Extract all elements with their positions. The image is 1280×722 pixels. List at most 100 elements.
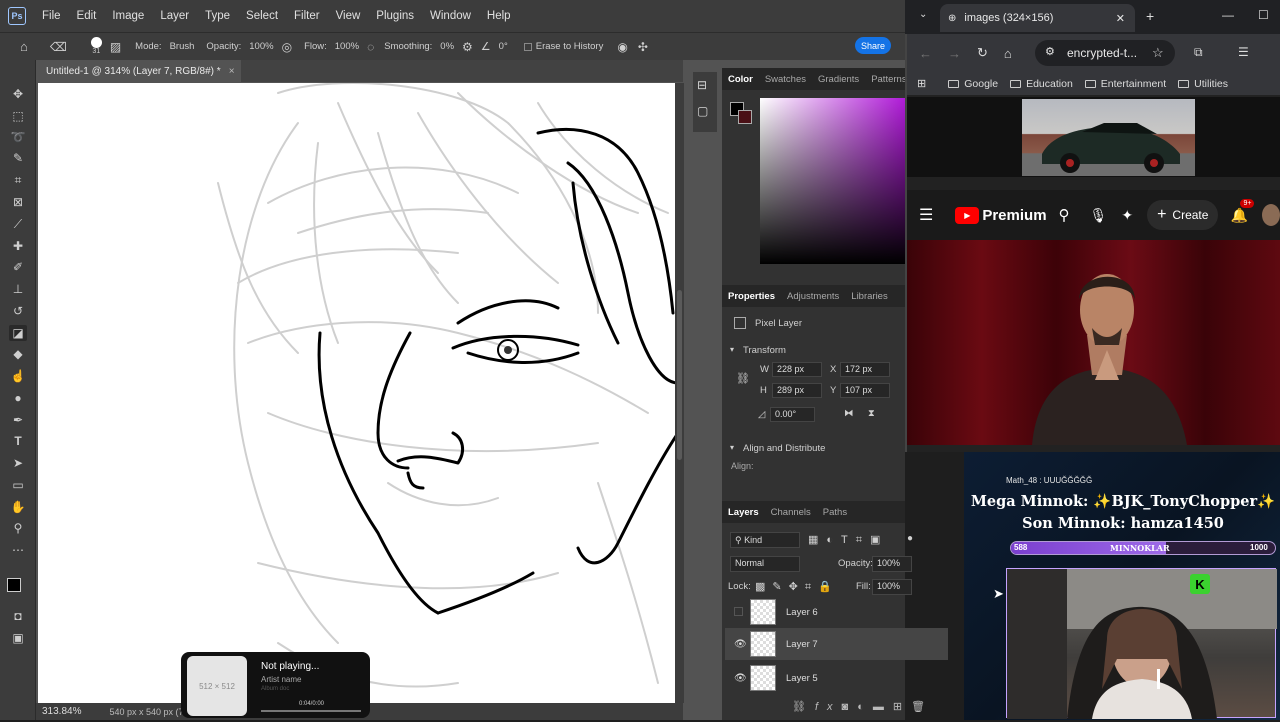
- canvas-scroll-thumb[interactable]: [677, 290, 682, 460]
- extensions-icon[interactable]: ⧉: [1194, 45, 1203, 60]
- eraser-tool-icon[interactable]: ⌫: [50, 40, 67, 54]
- mask-icon[interactable]: ◙: [842, 701, 858, 713]
- create-button[interactable]: + Create: [1147, 200, 1219, 230]
- transform-section-label[interactable]: Transform: [743, 345, 786, 356]
- pressure-opacity-icon[interactable]: ◎: [282, 40, 292, 54]
- pressure-size-icon[interactable]: ◉: [617, 40, 627, 54]
- visibility-off-icon[interactable]: [734, 607, 743, 616]
- notifications-bell-icon[interactable]: 🔔 9+: [1230, 198, 1255, 224]
- clone-stamp-tool-icon[interactable]: ⊥: [9, 281, 27, 297]
- brush-tool-icon[interactable]: ✐: [9, 259, 27, 275]
- tab-swatches[interactable]: Swatches: [759, 74, 812, 85]
- tab-paths[interactable]: Paths: [817, 507, 853, 518]
- smudge-tool-icon[interactable]: ☝: [9, 368, 27, 384]
- fx-button[interactable]: fx: [815, 701, 842, 713]
- object-select-tool-icon[interactable]: ✎: [9, 150, 27, 166]
- symmetry-icon[interactable]: ✣: [638, 40, 648, 54]
- layer-opacity-input[interactable]: 100%: [872, 556, 912, 572]
- menu-window[interactable]: Window: [422, 0, 479, 32]
- layer-filter-kind-select[interactable]: ⚲ Kind: [730, 532, 800, 548]
- drawing-canvas[interactable]: [38, 83, 675, 703]
- angle-input[interactable]: 0°: [499, 41, 508, 52]
- bookmark-star-icon[interactable]: ☆: [1152, 45, 1164, 61]
- comments-panel-icon[interactable]: ▢: [697, 104, 708, 118]
- layer-row-layer-5[interactable]: 👁 Layer 5: [725, 662, 948, 694]
- pen-tool-icon[interactable]: ✒: [9, 412, 27, 428]
- search-icon[interactable]: ⚲: [1059, 206, 1070, 224]
- filter-toggle-icon[interactable]: ●: [907, 533, 913, 544]
- menu-select[interactable]: Select: [238, 0, 286, 32]
- frame-tool-icon[interactable]: ⊠: [9, 194, 27, 210]
- menu-layer[interactable]: Layer: [152, 0, 197, 32]
- new-tab-icon[interactable]: +: [1146, 8, 1154, 24]
- tab-properties[interactable]: Properties: [722, 291, 781, 302]
- history-brush-tool-icon[interactable]: ↺: [9, 303, 27, 319]
- layer-filter-icons[interactable]: ▦◐T⌗▣: [808, 533, 888, 547]
- mode-select[interactable]: Brush: [170, 41, 195, 52]
- avatar[interactable]: [1261, 204, 1280, 226]
- apps-grid-icon[interactable]: ⊞: [917, 77, 926, 90]
- color-picker-field[interactable]: [760, 98, 905, 264]
- tab-adjustments[interactable]: Adjustments: [781, 291, 845, 302]
- adjustment-icon[interactable]: ◐: [857, 701, 873, 713]
- eye-icon[interactable]: 👁: [734, 639, 747, 650]
- minimize-icon[interactable]: —: [1222, 8, 1234, 22]
- smoothing-input[interactable]: 0%: [440, 41, 454, 52]
- tab-layers[interactable]: Layers: [722, 507, 765, 518]
- rotation-input[interactable]: 0.00°: [770, 407, 815, 422]
- type-tool-icon[interactable]: T: [9, 433, 27, 449]
- hamburger-menu-icon[interactable]: ☰: [919, 205, 933, 225]
- youtube-logo-icon[interactable]: ▶: [955, 206, 980, 224]
- close-tab-icon[interactable]: ×: [229, 66, 235, 77]
- menu-edit[interactable]: Edit: [69, 0, 105, 32]
- more-tools-icon[interactable]: ⋯: [9, 542, 27, 558]
- menu-filter[interactable]: Filter: [286, 0, 328, 32]
- link-dimensions-icon[interactable]: ⛓: [736, 372, 750, 385]
- menu-type[interactable]: Type: [197, 0, 238, 32]
- site-info-icon[interactable]: ⚙: [1045, 45, 1055, 58]
- height-input[interactable]: 289 px: [772, 383, 822, 398]
- smoothing-settings-gear-icon[interactable]: ⚙: [462, 40, 473, 54]
- layer-row-layer-7[interactable]: 👁 Layer 7: [725, 628, 948, 660]
- tab-search-icon[interactable]: ⌄: [919, 9, 927, 20]
- quick-mask-icon[interactable]: ◘: [9, 608, 27, 624]
- align-chevron-icon[interactable]: ▾: [730, 443, 734, 452]
- tab-gradients[interactable]: Gradients: [812, 74, 865, 85]
- transform-chevron-icon[interactable]: ▾: [730, 345, 734, 354]
- youtube-video-thumbnail[interactable]: [907, 240, 1280, 445]
- crop-tool-icon[interactable]: ⌗: [9, 172, 27, 188]
- hand-tool-icon[interactable]: ✋: [9, 499, 27, 515]
- link-layers-icon[interactable]: ⛓: [792, 701, 815, 713]
- path-select-tool-icon[interactable]: ➤: [9, 455, 27, 471]
- x-input[interactable]: 172 px: [840, 362, 890, 377]
- youtube-premium-label[interactable]: Premium: [982, 207, 1046, 224]
- browser-tab-images[interactable]: ⊕ images (324×156) ✕: [940, 4, 1135, 32]
- zoom-tool-icon[interactable]: ⚲: [9, 520, 27, 536]
- eye-icon[interactable]: 👁: [734, 673, 747, 684]
- forward-icon[interactable]: →: [948, 46, 961, 61]
- zoom-level[interactable]: 313.84%: [42, 706, 81, 717]
- share-button[interactable]: Share: [855, 37, 891, 54]
- gemini-icon[interactable]: ✦: [1121, 207, 1133, 224]
- foreground-color-swatch[interactable]: [7, 578, 21, 592]
- marquee-tool-icon[interactable]: ⬚: [9, 108, 27, 124]
- brush-preset-picker[interactable]: 31: [90, 37, 102, 56]
- bookmark-education[interactable]: Education: [1010, 78, 1073, 90]
- erase-history-checkbox[interactable]: Erase to History: [523, 41, 603, 52]
- maximize-icon[interactable]: ☐: [1258, 8, 1269, 22]
- car-image[interactable]: [1022, 99, 1195, 176]
- layer-row-layer-6[interactable]: Layer 6: [725, 596, 948, 628]
- healing-brush-tool-icon[interactable]: ✚: [9, 238, 27, 254]
- menu-view[interactable]: View: [328, 0, 369, 32]
- delete-icon[interactable]: 🗑: [911, 701, 934, 713]
- bookmark-google[interactable]: Google: [948, 78, 998, 90]
- move-tool-icon[interactable]: ✥: [9, 86, 27, 102]
- flip-vertical-icon[interactable]: ⧗: [868, 408, 875, 419]
- document-tab[interactable]: Untitled-1 @ 314% (Layer 7, RGB/8#) * ×: [36, 60, 241, 82]
- fill-input[interactable]: 100%: [872, 579, 912, 595]
- color-bg-swatch[interactable]: [738, 110, 752, 124]
- home-icon[interactable]: ⌂: [1004, 46, 1012, 61]
- rectangle-tool-icon[interactable]: ▭: [9, 477, 27, 493]
- brush-settings-icon[interactable]: ▨: [110, 40, 121, 54]
- menu-image[interactable]: Image: [104, 0, 152, 32]
